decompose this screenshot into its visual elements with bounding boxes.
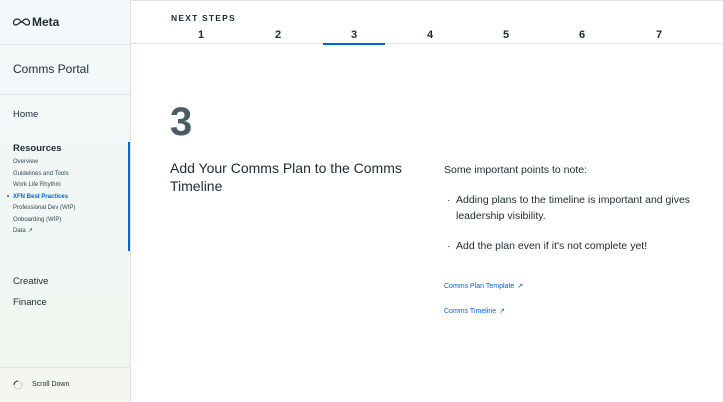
meta-logo[interactable]: Meta (13, 15, 59, 29)
subitem-label: Data (13, 228, 26, 234)
sidebar-item-resources[interactable]: Resources (13, 143, 62, 154)
step-tab-1[interactable]: 1 (191, 29, 211, 41)
sidebar-subitem-professional-dev[interactable]: Professional Dev (WIP) (13, 203, 75, 215)
brand-name: Meta (32, 15, 60, 29)
sidebar-item-home[interactable]: Home (13, 109, 38, 120)
external-arrow-icon: ↗ (27, 228, 33, 234)
bullet-icon: · (447, 240, 451, 252)
portal-title-row: Comms Portal (0, 44, 130, 95)
active-dot-icon (7, 194, 9, 197)
step-heading: Add Your Comms Plan to the Comms Timelin… (170, 160, 402, 194)
loading-spinner-icon (13, 380, 23, 390)
link-label: Comms Timeline (444, 308, 497, 315)
step-tab-3[interactable]: 3 (344, 29, 364, 41)
sidebar: Meta Comms Portal Home Resources Overvie… (0, 0, 131, 402)
sidebar-subitem-onboarding[interactable]: Onboarding (WIP) (13, 215, 75, 227)
resources-subnav: Overview Guidelines and Tools Work Life … (7, 157, 75, 238)
sidebar-item-finance[interactable]: Finance (13, 297, 47, 308)
step-number: 3 (170, 100, 193, 144)
scroll-down-button[interactable]: Scroll Down (0, 367, 130, 402)
scroll-down-label: Scroll Down (32, 381, 70, 388)
active-step-underline (323, 43, 385, 45)
external-arrow-icon: ↗ (517, 283, 524, 290)
sidebar-subitem-xfn-best-practices[interactable]: XFN Best Practices (7, 192, 75, 204)
external-arrow-icon: ↗ (499, 308, 505, 315)
logo-row: Meta (0, 0, 130, 45)
step-tab-7[interactable]: 7 (649, 29, 669, 41)
point-item: · Add the plan even if it's not complete… (447, 238, 707, 254)
portal-title: Comms Portal (13, 62, 90, 76)
sidebar-subitem-overview[interactable]: Overview (13, 157, 75, 169)
comms-timeline-link[interactable]: Comms Timeline ↗ (444, 307, 505, 315)
step-tab-2[interactable]: 2 (268, 29, 288, 41)
point-item: · Adding plans to the timeline is import… (447, 192, 707, 224)
next-steps-label: NEXT STEPS (171, 13, 236, 23)
points-title: Some important points to note: (444, 164, 587, 176)
active-section-indicator (128, 142, 130, 251)
sidebar-item-creative[interactable]: Creative (13, 276, 48, 287)
step-tab-6[interactable]: 6 (572, 29, 592, 41)
sidebar-subitem-guidelines-and-tools[interactable]: Guidelines and Tools (13, 169, 75, 181)
subitem-label: Onboarding (WIP) (13, 216, 62, 223)
sidebar-subitem-work-life-rhythm[interactable]: Work Life Rhythm (13, 180, 75, 192)
point-text: Adding plans to the timeline is importan… (456, 194, 691, 222)
subitem-label: Professional Dev (WIP) (13, 205, 76, 211)
subitem-label: Work Life Rhythm (13, 182, 61, 188)
point-text: Add the plan even if it's not complete y… (456, 240, 648, 252)
bullet-icon: · (447, 194, 451, 206)
sidebar-subitem-data[interactable]: Data ↗ (13, 226, 75, 238)
infinity-icon (13, 18, 30, 26)
subitem-label: XFN Best Practices (13, 193, 69, 200)
step-tab-4[interactable]: 4 (420, 29, 440, 41)
subitem-label: Overview (13, 159, 39, 165)
comms-plan-template-link[interactable]: Comms Plan Template ↗ (444, 282, 523, 290)
subitem-label: Guidelines and Tools (13, 170, 69, 177)
step-tab-5[interactable]: 5 (496, 29, 516, 41)
link-label: Comms Plan Template (444, 283, 515, 290)
